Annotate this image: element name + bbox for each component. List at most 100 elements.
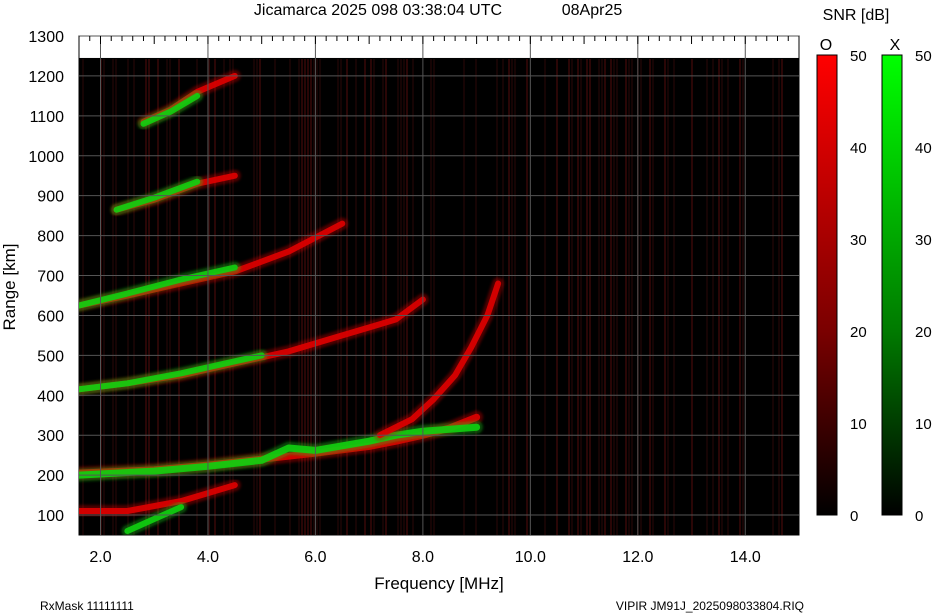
noise-stripe [400,59,402,535]
noise-stripe [781,59,783,535]
x-tick-label: 6.0 [304,549,326,566]
y-tick-label: 800 [37,229,64,246]
x-tick-label: 12.0 [622,549,653,566]
colorbar-tick-x: 50 [915,48,932,65]
y-tick-label: 500 [37,348,64,365]
noise-stripe [640,59,642,535]
noise-stripe [511,59,513,535]
colorbar-tick-o: 30 [850,232,867,249]
colorbar-tick-o: 50 [850,48,867,65]
y-tick-label: 300 [37,428,64,445]
colorbar-tick-x: 20 [915,324,932,341]
noise-stripe [673,59,675,535]
noise-stripe [340,59,342,535]
x-tick-labels: 2.0 4.0 6.0 8.0 10.0 12.0 14.0 [89,549,761,566]
noise-stripe [604,59,606,535]
noise-stripe [382,59,384,535]
noise-stripe [691,59,693,535]
colorbar-tick-o: 10 [850,416,867,433]
x-tick-label: 14.0 [730,549,761,566]
y-tick-label: 400 [37,388,64,405]
noise-stripe [616,59,618,535]
y-tick-labels: 100 200 300 400 500 600 700 800 900 1000 1100 1200 1… [28,29,64,525]
noise-stripe [406,59,408,535]
noise-stripe [433,59,435,535]
noise-stripe [628,59,630,535]
y-tick-label: 600 [37,308,64,325]
noise-stripe [364,59,366,535]
noise-stripe [475,59,477,535]
noise-stripe [304,59,306,535]
colorbar-tick-o: 20 [850,324,867,341]
colorbar-tick-o: 0 [850,508,858,525]
noise-stripe [556,59,558,535]
rx-mask-label: RxMask 11111111 [40,599,134,613]
noise-stripe [313,59,315,535]
noise-stripe [346,59,348,535]
noise-stripe [577,59,579,535]
noise-stripe [721,59,723,535]
y-tick-label: 900 [37,189,64,206]
noise-stripe [298,59,300,535]
y-tick-label: 100 [37,508,64,525]
noise-stripe [667,59,669,535]
noise-stripe [319,59,321,535]
noise-stripe [316,59,318,535]
noise-stripe [586,59,588,535]
y-tick-label: 1200 [28,69,64,86]
chart-title: Jicamarca 2025 098 03:38:04 UTC [254,2,502,19]
y-tick-label: 200 [37,468,64,485]
noise-stripe [337,59,339,535]
colorbar-o-label: O [820,37,832,54]
noise-stripe [718,59,720,535]
noise-stripe [514,59,516,535]
y-tick-label: 1000 [28,149,64,166]
colorbar-tick-o: 40 [850,140,867,157]
noise-stripe [82,59,84,535]
ionogram-chart: Jicamarca 2025 098 03:38:04 UTC 08Apr25 … [0,2,932,613]
noise-stripe [649,59,651,535]
noise-stripe [370,59,372,535]
noise-stripe [778,59,780,535]
y-tick-label: 1100 [30,109,65,126]
noise-stripe [727,59,729,535]
noise-stripe [502,59,504,535]
x-axis-label: Frequency [MHz] [374,574,503,593]
noise-stripe [625,59,627,535]
noise-stripe [772,59,774,535]
noise-stripe [544,59,546,535]
noise-stripe [589,59,591,535]
noise-stripe [712,59,714,535]
noise-stripe [526,59,528,535]
noise-stripe [403,59,405,535]
noise-stripe [601,59,603,535]
colorbar-title: SNR [dB] [823,7,890,24]
noise-stripe [742,59,744,535]
noise-stripe [580,59,582,535]
colorbar-o [816,54,838,516]
noise-stripe [571,59,573,535]
y-axis-label: Range [km] [0,244,19,331]
noise-stripe [631,59,633,535]
file-label: VIPIR JM91J_2025098033804.RIQ [616,599,804,613]
colorbar-x-label: X [890,37,901,54]
x-tick-label: 4.0 [197,549,219,566]
noise-stripe [430,59,432,535]
colorbar-tick-x: 30 [915,232,932,249]
noise-stripe [739,59,741,535]
noise-stripe [355,59,357,535]
noise-stripe [373,59,375,535]
noise-stripe [568,59,570,535]
noise-stripe [301,59,303,535]
noise-stripe [598,59,600,535]
noise-stripe [412,59,414,535]
colorbar-tick-x: 10 [915,416,932,433]
chart-date: 08Apr25 [562,2,623,19]
noise-stripe [463,59,465,535]
noise-stripe [508,59,510,535]
x-tick-label: 10.0 [515,549,546,566]
noise-stripe [289,59,291,535]
noise-stripe [610,59,612,535]
noise-stripe [397,59,399,535]
colorbar-tick-x: 40 [915,140,932,157]
